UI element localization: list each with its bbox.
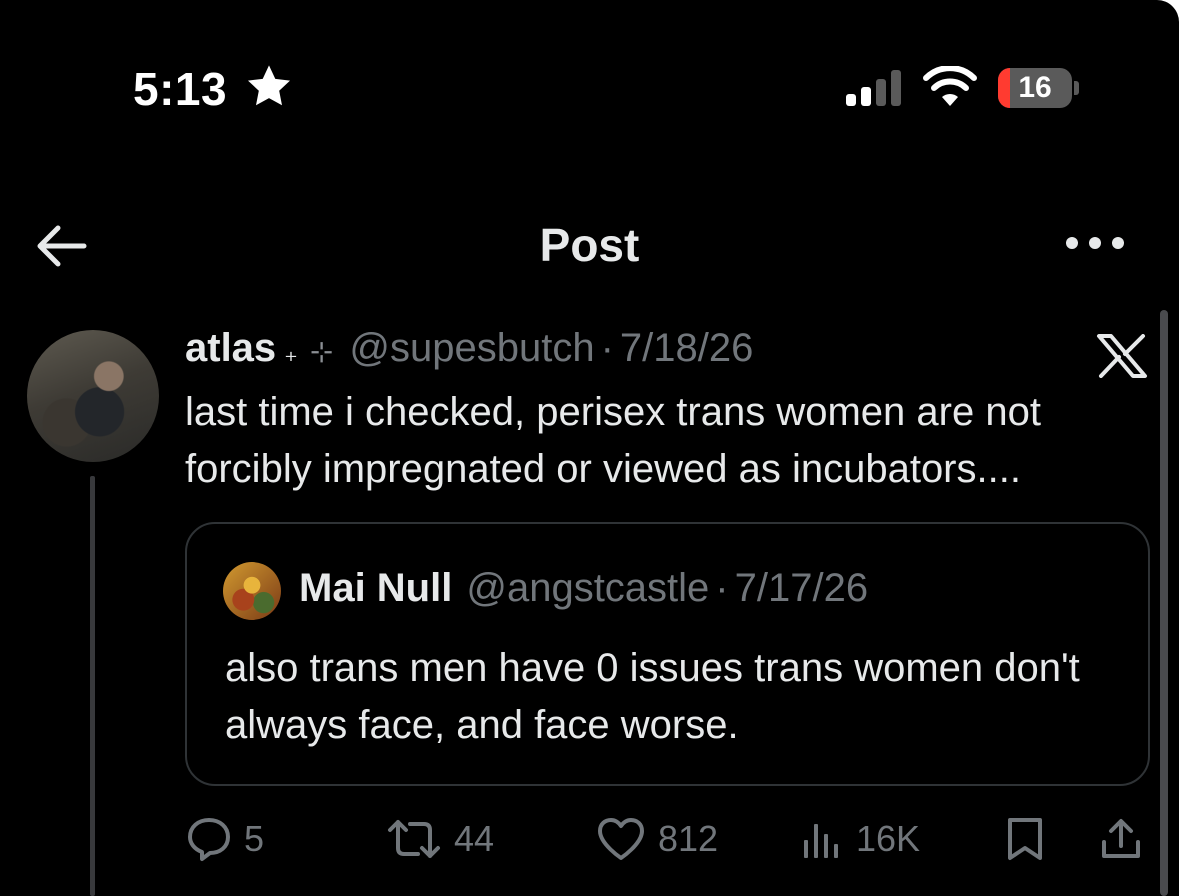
battery-icon: 16 [998, 68, 1080, 108]
repost-count: 44 [454, 818, 495, 859]
quoted-author-name[interactable]: Mai Null [299, 566, 452, 611]
author-name[interactable]: atlas [185, 326, 276, 371]
star-icon [247, 65, 291, 106]
repost-button[interactable]: 44 [386, 812, 494, 866]
quoted-post-header: Mai Null @angstcastle · 7/17/26 [299, 566, 868, 611]
page-title: Post [539, 219, 640, 271]
scrollbar[interactable] [1160, 310, 1168, 896]
status-time: 5:13 [133, 63, 228, 115]
quoted-post[interactable]: Mai Null @angstcastle · 7/17/26 also tra… [185, 522, 1150, 786]
quoted-post-text: also trans men have 0 issues trans women… [225, 646, 1080, 747]
battery-percent: 16 [1018, 71, 1052, 104]
reply-icon [188, 818, 230, 861]
views-button[interactable]: 16K [800, 812, 920, 866]
heart-icon [598, 818, 644, 860]
post-date[interactable]: 7/18/26 [620, 326, 753, 371]
views-count: 16K [856, 818, 921, 859]
separator-dot: · [715, 566, 729, 610]
app-screen: 5:13 16 Post atlas ₊ ⊹ @supesbutch · 7/1… [0, 0, 1179, 896]
share-button[interactable] [1098, 812, 1144, 866]
author-avatar[interactable] [27, 330, 159, 462]
cellular-signal-icon [846, 70, 901, 106]
reply-button[interactable]: 5 [186, 812, 264, 866]
battery-nub [1074, 81, 1079, 95]
repost-icon [388, 820, 440, 858]
share-icon [1102, 819, 1140, 858]
views-icon [804, 824, 838, 858]
name-sparkle: ⊹ [309, 336, 334, 367]
quoted-author-avatar[interactable] [223, 562, 281, 620]
author-handle[interactable]: @supesbutch [349, 326, 594, 371]
quoted-author-handle[interactable]: @angstcastle [466, 566, 709, 611]
battery-body: 16 [998, 68, 1072, 108]
name-decoration: ₊ [284, 337, 298, 367]
x-logo-icon [1097, 334, 1147, 378]
thread-line [90, 476, 95, 896]
like-count: 812 [658, 818, 719, 859]
more-horizontal-icon[interactable] [1062, 228, 1128, 258]
bookmark-button[interactable] [1004, 812, 1046, 866]
separator-dot: · [600, 326, 614, 370]
reply-count: 5 [244, 818, 265, 859]
like-button[interactable]: 812 [596, 812, 718, 866]
post-text: last time i checked, perisex trans women… [185, 390, 1041, 491]
post-header: atlas ₊ ⊹ @supesbutch · 7/18/26 [185, 326, 753, 376]
quoted-post-date[interactable]: 7/17/26 [735, 566, 868, 611]
bookmark-icon [1008, 818, 1042, 860]
wifi-icon [923, 66, 977, 106]
